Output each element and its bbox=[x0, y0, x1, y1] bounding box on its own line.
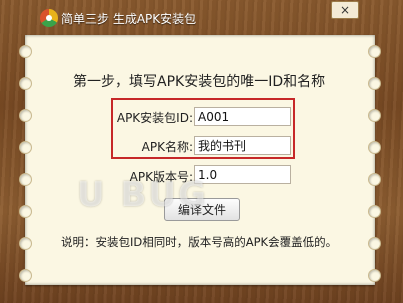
binder-hole bbox=[19, 77, 32, 90]
binder-hole bbox=[19, 237, 32, 250]
watermark: U BUG bbox=[77, 175, 208, 215]
binder-hole bbox=[368, 141, 381, 154]
binder-hole bbox=[19, 141, 32, 154]
apk-version-input[interactable] bbox=[194, 165, 291, 184]
title-bar: 简单三步 生成APK安装包 × bbox=[0, 0, 403, 34]
notebook-paper: 第一步，填写APK安装包的唯一ID和名称 APK安装包ID: APK名称: AP… bbox=[19, 35, 381, 285]
binder-hole bbox=[368, 269, 381, 282]
close-button[interactable]: × bbox=[331, 1, 359, 19]
binder-hole bbox=[19, 205, 32, 218]
binder-hole bbox=[368, 237, 381, 250]
apk-id-label: APK安装包ID: bbox=[116, 111, 193, 125]
binder-hole bbox=[368, 205, 381, 218]
binder-hole bbox=[368, 45, 381, 58]
step-heading: 第一步，填写APK安装包的唯一ID和名称 bbox=[73, 74, 326, 90]
apk-name-label: APK名称: bbox=[141, 140, 193, 154]
apk-name-input[interactable] bbox=[194, 136, 291, 155]
binder-hole bbox=[368, 109, 381, 122]
binder-hole bbox=[19, 45, 32, 58]
binder-hole bbox=[368, 173, 381, 186]
close-icon: × bbox=[339, 3, 351, 17]
binder-hole bbox=[19, 173, 32, 186]
apk-id-input[interactable] bbox=[194, 107, 291, 126]
binder-hole bbox=[19, 269, 32, 282]
binder-hole bbox=[19, 109, 32, 122]
binder-hole bbox=[368, 77, 381, 90]
app-logo-icon bbox=[40, 9, 58, 27]
note-text: 说明：安装包ID相同时，版本号高的APK会覆盖低的。 bbox=[61, 235, 338, 249]
window-title: 简单三步 生成APK安装包 bbox=[61, 12, 197, 26]
